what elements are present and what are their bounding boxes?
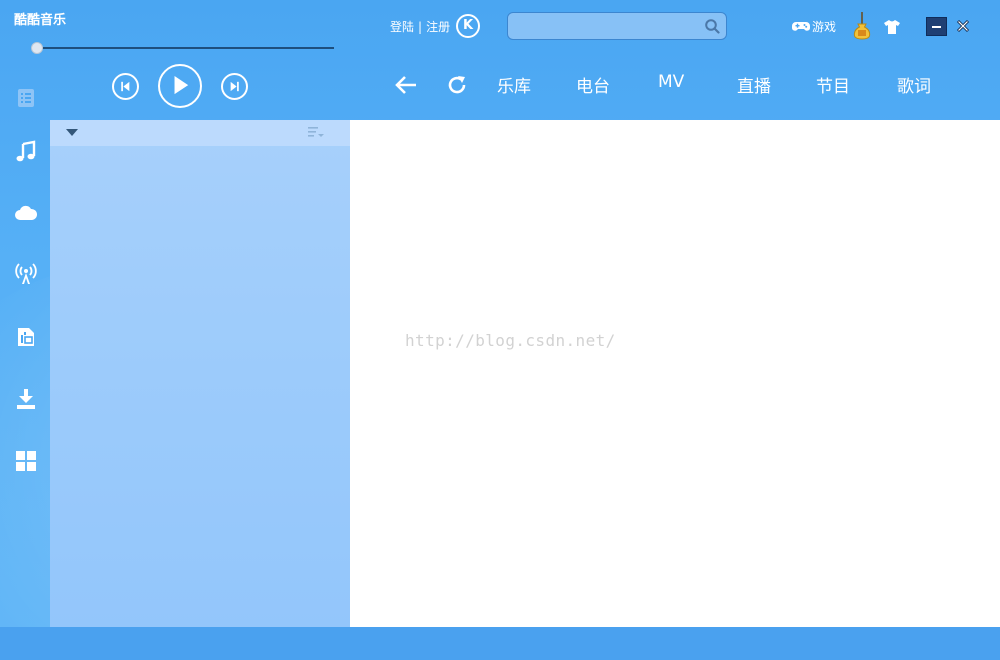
- search-input[interactable]: [514, 16, 698, 38]
- refresh-icon[interactable]: [446, 74, 468, 96]
- collapse-arrow-icon[interactable]: [66, 129, 78, 136]
- main-content: http://blog.csdn.net/: [350, 120, 1000, 627]
- tab-live[interactable]: 直播: [737, 72, 771, 97]
- register-link[interactable]: 注册: [426, 20, 450, 34]
- watermark-text: http://blog.csdn.net/: [405, 331, 616, 350]
- tab-mv[interactable]: MV: [658, 72, 684, 92]
- tab-programs[interactable]: 节目: [816, 72, 850, 97]
- k-logo-icon[interactable]: K: [456, 14, 480, 38]
- close-icon[interactable]: [955, 18, 971, 34]
- playlist-panel: [50, 120, 350, 627]
- local-library-icon[interactable]: [14, 325, 38, 349]
- money-bag-icon[interactable]: [851, 12, 873, 40]
- tab-lyrics[interactable]: 歌词: [897, 72, 931, 97]
- account-links: 登陆 | 注册: [390, 18, 450, 35]
- games-label: 游戏: [812, 20, 837, 34]
- back-arrow-icon[interactable]: [394, 74, 418, 96]
- login-separator: |: [418, 20, 423, 34]
- music-note-icon[interactable]: [14, 140, 38, 164]
- skin-shirt-icon[interactable]: [884, 20, 900, 34]
- app-window: 酷酷音乐 登陆 | 注册 K 游戏 乐库 电台 MV 直播 节目 歌词 http…: [0, 0, 1000, 660]
- previous-button[interactable]: [112, 73, 139, 100]
- apps-grid-icon[interactable]: [14, 449, 38, 473]
- download-icon[interactable]: [14, 387, 38, 411]
- play-button[interactable]: [158, 64, 202, 108]
- search-box[interactable]: [507, 12, 727, 40]
- play-icon: [174, 76, 189, 95]
- list-options-icon[interactable]: [308, 126, 324, 140]
- minimize-button[interactable]: [926, 17, 947, 36]
- radio-antenna-icon[interactable]: [14, 262, 38, 286]
- tab-music-library[interactable]: 乐库: [497, 72, 531, 97]
- next-button[interactable]: [221, 73, 248, 100]
- search-icon[interactable]: [704, 18, 720, 34]
- progress-bar[interactable]: [34, 47, 334, 49]
- progress-knob[interactable]: [31, 42, 43, 54]
- tab-radio[interactable]: 电台: [576, 72, 610, 97]
- next-icon: [230, 81, 239, 92]
- games-link[interactable]: 游戏: [792, 18, 836, 35]
- cloud-icon[interactable]: [14, 201, 38, 225]
- app-title: 酷酷音乐: [14, 13, 67, 28]
- login-link[interactable]: 登陆: [390, 20, 414, 34]
- bottom-bar: [0, 627, 1000, 660]
- playlist-panel-header[interactable]: [50, 120, 350, 146]
- playlist-icon[interactable]: [14, 86, 38, 110]
- gamepad-icon: [792, 22, 810, 31]
- previous-icon: [121, 81, 130, 92]
